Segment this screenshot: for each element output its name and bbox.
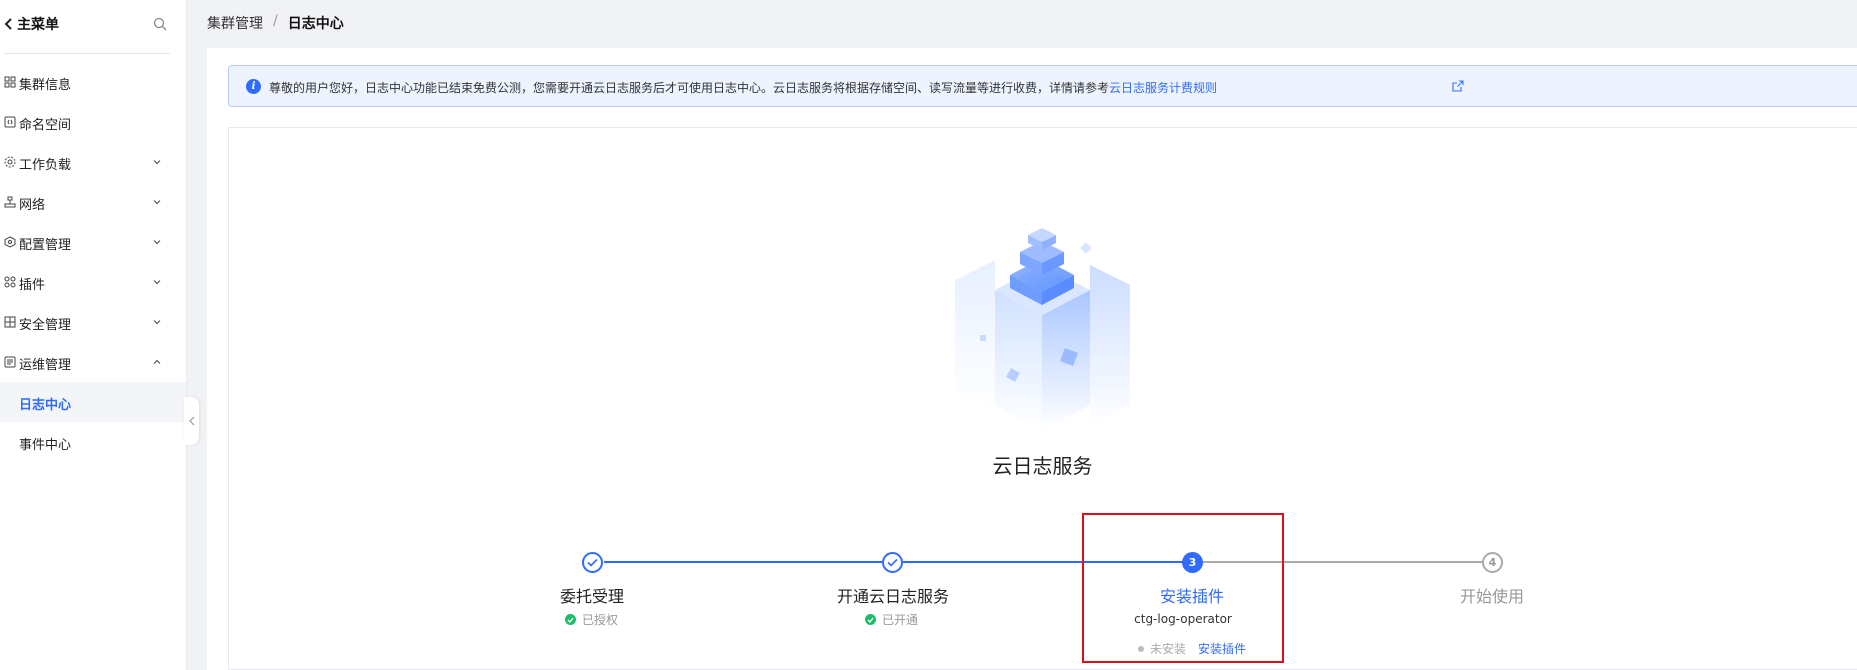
- sidebar-item-label: 命名空间: [19, 118, 72, 133]
- check-circle-icon: [565, 614, 576, 625]
- sidebar-item-network[interactable]: 网络: [0, 182, 186, 222]
- notice-text: 尊敬的用户您好，日志中心功能已结束免费公测，您需要开通云日志服务后才可使用日志中…: [269, 79, 1217, 96]
- check-circle-icon: [865, 614, 876, 625]
- breadcrumb-current: 日志中心: [287, 16, 344, 32]
- chevron-up-icon: [153, 359, 161, 364]
- chevron-down-icon: [153, 320, 161, 325]
- chevron-down-icon: [153, 200, 161, 205]
- sidebar-item-label: 网络: [19, 198, 46, 213]
- network-icon: [4, 196, 16, 208]
- step-1-title: 委托受理: [559, 587, 624, 606]
- sidebar-item-workload[interactable]: 工作负载: [0, 142, 186, 182]
- chevron-down-icon: [153, 280, 161, 285]
- step-connector-1: [604, 561, 882, 563]
- ops-icon: [4, 356, 16, 368]
- sidebar-item-label: 插件: [19, 278, 46, 293]
- service-title: 云日志服务: [992, 454, 1093, 478]
- sidebar-item-label: 事件中心: [19, 438, 72, 453]
- sidebar-item-label: 工作负载: [19, 158, 72, 173]
- sidebar-item-cluster-info[interactable]: 集群信息: [0, 62, 186, 102]
- chevron-left-icon: [188, 416, 194, 426]
- check-icon: [887, 558, 898, 567]
- step-1-status-text: 已授权: [582, 613, 619, 627]
- sidebar-divider: [4, 53, 170, 54]
- notice-banner: i 尊敬的用户您好，日志中心功能已结束免费公测，您需要开通云日志服务后才可使用日…: [228, 65, 1857, 107]
- back-to-main-menu[interactable]: 主菜单: [4, 14, 59, 34]
- namespace-icon: [4, 116, 16, 128]
- breadcrumb: 集群管理 / 日志中心: [207, 13, 344, 33]
- config-icon: [4, 236, 16, 248]
- chevron-down-icon: [153, 160, 161, 165]
- billing-rules-link[interactable]: 云日志服务计费规则: [1109, 81, 1217, 95]
- chevron-down-icon: [153, 240, 161, 245]
- sidebar-item-namespace[interactable]: 命名空间: [0, 102, 186, 142]
- step-4-node: 4: [1482, 552, 1503, 573]
- check-icon: [587, 558, 598, 567]
- highlight-annotation-box: [1082, 513, 1284, 663]
- security-icon: [4, 316, 16, 328]
- sidebar-item-label: 安全管理: [19, 318, 72, 333]
- back-label: 主菜单: [17, 17, 59, 33]
- sidebar-item-label: 集群信息: [19, 78, 72, 93]
- external-link-icon[interactable]: [1452, 80, 1464, 92]
- chevron-left-icon: [4, 18, 12, 30]
- step-2-title: 开通云日志服务: [836, 587, 949, 606]
- sidebar-collapse-handle[interactable]: [184, 397, 199, 445]
- plugin-icon: [4, 276, 16, 288]
- sidebar-item-label: 配置管理: [19, 238, 72, 253]
- step-4-title: 开始使用: [1459, 587, 1524, 606]
- cloud-log-illustration: [955, 228, 1130, 430]
- notice-message: 尊敬的用户您好，日志中心功能已结束免费公测，您需要开通云日志服务后才可使用日志中…: [269, 81, 1110, 95]
- sidebar-item-log-center[interactable]: 日志中心: [0, 382, 186, 422]
- sidebar-item-plugins[interactable]: 插件: [0, 262, 186, 302]
- sidebar: 主菜单 集群信息 命名空间 工作负载 网络 配置管理 插件 安全管理 运维管理: [0, 0, 187, 670]
- sidebar-item-label: 运维管理: [19, 358, 72, 373]
- step-2-status-text: 已开通: [882, 613, 919, 627]
- breadcrumb-separator: /: [273, 13, 278, 29]
- sidebar-item-label: 日志中心: [19, 398, 72, 413]
- sidebar-item-config[interactable]: 配置管理: [0, 222, 186, 262]
- step-2-status: 已开通: [865, 611, 918, 628]
- sidebar-item-security[interactable]: 安全管理: [0, 302, 186, 342]
- info-icon: i: [246, 79, 261, 94]
- step-1-node: [582, 552, 603, 573]
- search-icon[interactable]: [153, 17, 167, 31]
- sidebar-header: 主菜单: [0, 0, 187, 54]
- cluster-icon: [4, 76, 16, 88]
- step-1-status: 已授权: [565, 611, 618, 628]
- breadcrumb-parent[interactable]: 集群管理: [207, 13, 263, 33]
- workload-icon: [4, 156, 16, 168]
- sidebar-item-ops[interactable]: 运维管理: [0, 342, 186, 382]
- sidebar-item-event-center[interactable]: 事件中心: [0, 422, 186, 462]
- step-2-node: [882, 552, 903, 573]
